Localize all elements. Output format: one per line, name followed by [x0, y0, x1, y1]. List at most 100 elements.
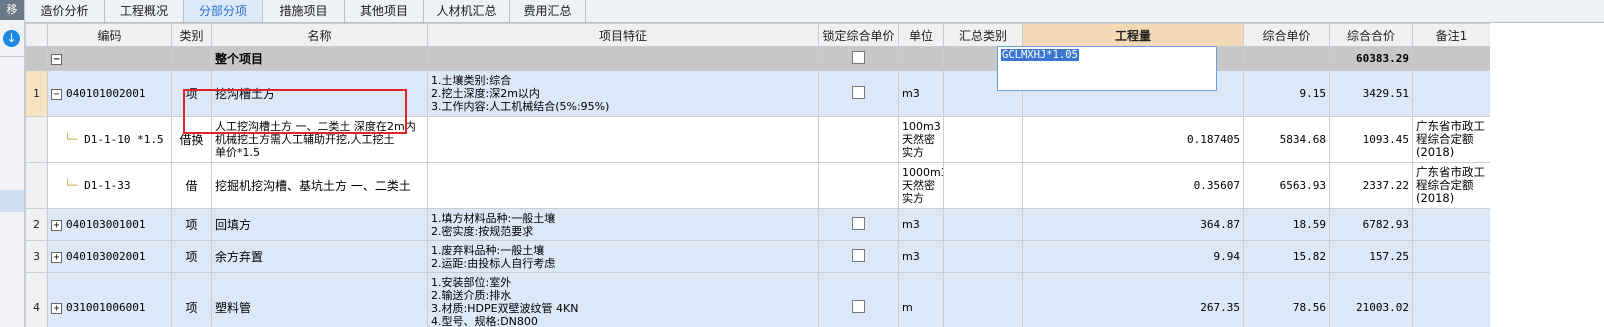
- unit-cell[interactable]: m: [898, 272, 944, 327]
- table-row[interactable]: 3 +040103002001 项 余方弃置 1.废弃料品种:一般土壤 2.运距…: [25, 240, 1490, 273]
- download-icon[interactable]: ↓: [3, 30, 20, 47]
- type-cell[interactable]: 项: [171, 240, 212, 273]
- unit-price-cell[interactable]: 78.56: [1243, 272, 1330, 327]
- remark-cell[interactable]: 广东省市政工 程综合定额 (2018): [1412, 162, 1490, 209]
- summary-cell[interactable]: [943, 162, 1023, 209]
- lock-checkbox[interactable]: [852, 85, 865, 99]
- name-cell[interactable]: 挖掘机挖沟槽、基坑土方 一、二类土: [211, 162, 428, 209]
- unit-price-cell[interactable]: 6563.93: [1243, 162, 1330, 209]
- table-row[interactable]: └─ D1-1-10 *1.5 借换 人工挖沟槽土方 一、二类土 深度在2m内 …: [25, 116, 1490, 163]
- unit-price-cell[interactable]: 15.82: [1243, 240, 1330, 273]
- remark-cell[interactable]: [1412, 272, 1490, 327]
- col-header-type[interactable]: 类别: [171, 23, 212, 47]
- name-cell[interactable]: 余方弃置: [211, 240, 428, 273]
- total-cell[interactable]: 3429.51: [1329, 70, 1413, 117]
- lock-checkbox[interactable]: [852, 299, 865, 313]
- lock-checkbox[interactable]: [852, 50, 865, 64]
- tab-cost-analysis[interactable]: 造价分析: [25, 0, 105, 22]
- row-number[interactable]: [25, 162, 48, 209]
- name-cell[interactable]: 塑料管: [211, 272, 428, 327]
- tab-other-items[interactable]: 其他项目: [345, 0, 424, 22]
- remark-cell[interactable]: [1412, 70, 1490, 117]
- feature-cell[interactable]: 1.土壤类别:综合 2.挖土深度:深2m以内 3.工作内容:人工机械结合(5%:…: [427, 70, 819, 117]
- tab-labor-material-summary[interactable]: 人材机汇总: [424, 0, 510, 22]
- quantity-cell[interactable]: 364.87: [1022, 208, 1244, 241]
- name-cell[interactable]: 挖沟槽土方: [211, 70, 428, 117]
- code-cell[interactable]: −040101002001: [47, 70, 172, 117]
- row-number[interactable]: 2: [25, 208, 48, 241]
- summary-cell[interactable]: [943, 240, 1023, 273]
- table-row[interactable]: 2 +040103001001 项 回填方 1.填方材料品种:一般土壤 2.密实…: [25, 208, 1490, 241]
- code-cell[interactable]: └─ D1-1-33: [47, 162, 172, 209]
- type-cell[interactable]: 借: [171, 162, 212, 209]
- table-row[interactable]: └─ D1-1-33 借 挖掘机挖沟槽、基坑土方 一、二类土 1000m3 天然…: [25, 162, 1490, 209]
- remark-cell[interactable]: 广东省市政工 程综合定额 (2018): [1412, 116, 1490, 163]
- col-header-name[interactable]: 名称: [211, 23, 428, 47]
- type-cell[interactable]: 项: [171, 70, 212, 117]
- total-cell[interactable]: 1093.45: [1329, 116, 1413, 163]
- summary-cell[interactable]: [943, 116, 1023, 163]
- tab-project-overview[interactable]: 工程概况: [105, 0, 184, 22]
- code-cell[interactable]: +031001006001: [47, 272, 172, 327]
- unit-price-cell[interactable]: 5834.68: [1243, 116, 1330, 163]
- collapse-toggle[interactable]: −: [51, 88, 62, 100]
- quantity-formula-editor[interactable]: GCLMXHJ*1.05: [997, 46, 1217, 91]
- quantity-cell[interactable]: 0.35607: [1022, 162, 1244, 209]
- feature-cell[interactable]: [427, 116, 819, 163]
- unit-cell[interactable]: m3: [898, 240, 944, 273]
- unit-cell[interactable]: m3: [898, 208, 944, 241]
- type-cell[interactable]: 项: [171, 208, 212, 241]
- col-header-code[interactable]: 编码: [47, 23, 172, 47]
- summary-cell[interactable]: [943, 208, 1023, 241]
- name-cell[interactable]: 整个项目: [211, 46, 428, 71]
- table-row[interactable]: 4 +031001006001 项 塑料管 1.安装部位:室外 2.输送介质:排…: [25, 272, 1490, 327]
- col-header-feature[interactable]: 项目特征: [427, 23, 819, 47]
- quantity-cell[interactable]: 9.94: [1022, 240, 1244, 273]
- unit-cell[interactable]: 1000m3 天然密 实方: [898, 162, 944, 209]
- name-cell[interactable]: 人工挖沟槽土方 一、二类土 深度在2m内 机械挖土方需人工辅助开挖,人工挖土 单…: [211, 116, 428, 163]
- total-cell[interactable]: 21003.02: [1329, 272, 1413, 327]
- unit-price-cell[interactable]: 18.59: [1243, 208, 1330, 241]
- code-cell[interactable]: +040103001001: [47, 208, 172, 241]
- summary-cell[interactable]: [943, 272, 1023, 327]
- row-number[interactable]: [25, 116, 48, 163]
- col-header-remark[interactable]: 备注1: [1412, 23, 1490, 47]
- lock-checkbox[interactable]: [852, 216, 865, 230]
- unit-cell[interactable]: 100m3 天然密 实方: [898, 116, 944, 163]
- unit-cell[interactable]: m3: [898, 70, 944, 117]
- col-header-quantity[interactable]: 工程量: [1022, 23, 1244, 47]
- feature-cell[interactable]: [427, 162, 819, 209]
- remark-cell[interactable]: [1412, 208, 1490, 241]
- expand-toggle[interactable]: +: [51, 251, 62, 263]
- feature-cell[interactable]: 1.废弃料品种:一般土壤 2.运距:由投标人自行考虑: [427, 240, 819, 273]
- type-cell[interactable]: 项: [171, 272, 212, 327]
- expand-toggle[interactable]: +: [51, 302, 62, 314]
- tab-sub-items[interactable]: 分部分项: [184, 0, 263, 22]
- strip-selected-item[interactable]: [0, 190, 24, 212]
- col-header-unit[interactable]: 单位: [898, 23, 944, 47]
- col-header-lock[interactable]: 锁定综合单价: [818, 23, 899, 47]
- total-cell[interactable]: 2337.22: [1329, 162, 1413, 209]
- collapse-toggle[interactable]: −: [51, 53, 62, 65]
- lock-checkbox[interactable]: [852, 248, 865, 262]
- row-number[interactable]: 3: [25, 240, 48, 273]
- name-cell[interactable]: 回填方: [211, 208, 428, 241]
- row-number[interactable]: 4: [25, 272, 48, 327]
- total-cell[interactable]: 157.25: [1329, 240, 1413, 273]
- total-cell[interactable]: 6782.93: [1329, 208, 1413, 241]
- quantity-cell[interactable]: 267.35: [1022, 272, 1244, 327]
- expand-toggle[interactable]: +: [51, 219, 62, 231]
- code-cell[interactable]: +040103002001: [47, 240, 172, 273]
- type-cell[interactable]: 借换: [171, 116, 212, 163]
- feature-cell[interactable]: 1.填方材料品种:一般土壤 2.密实度:按规范要求: [427, 208, 819, 241]
- col-header-summary[interactable]: 汇总类别: [943, 23, 1023, 47]
- row-number[interactable]: 1: [25, 70, 48, 117]
- quantity-cell[interactable]: 0.187405: [1022, 116, 1244, 163]
- table-row-total[interactable]: − 整个项目 60383.29: [25, 46, 1490, 71]
- feature-cell[interactable]: 1.安装部位:室外 2.输送介质:排水 3.材质:HDPE双壁波纹管 4KN 4…: [427, 272, 819, 327]
- tab-measures[interactable]: 措施项目: [263, 0, 345, 22]
- col-header-unit-price[interactable]: 综合单价: [1243, 23, 1330, 47]
- table-row[interactable]: 1 −040101002001 项 挖沟槽土方 1.土壤类别:综合 2.挖土深度…: [25, 70, 1490, 117]
- tab-fee-summary[interactable]: 费用汇总: [510, 0, 586, 22]
- remark-cell[interactable]: [1412, 240, 1490, 273]
